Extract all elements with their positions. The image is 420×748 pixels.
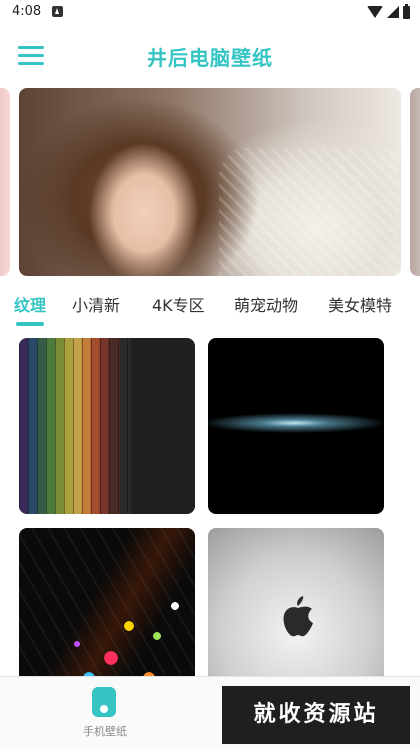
banner-image-detail bbox=[219, 148, 399, 276]
tab-4k[interactable]: 4K专区 bbox=[152, 292, 205, 316]
banner-next-peek[interactable] bbox=[410, 88, 420, 276]
banner-image[interactable] bbox=[19, 88, 401, 276]
nav-label: 手机壁纸 bbox=[83, 725, 127, 738]
app-bar: 井后电脑壁纸 bbox=[0, 32, 420, 80]
wifi-icon bbox=[367, 6, 383, 18]
apple-logo-icon bbox=[283, 596, 313, 637]
wallpaper-art bbox=[19, 338, 131, 514]
phone-icon bbox=[92, 687, 116, 717]
watermark: 就收资源站 bbox=[222, 686, 410, 744]
status-bar: 4:08 bbox=[0, 0, 420, 24]
wallpaper-thumb[interactable] bbox=[19, 338, 195, 514]
app-title: 井后电脑壁纸 bbox=[147, 46, 273, 70]
status-time: 4:08 bbox=[12, 4, 42, 19]
tab-pets[interactable]: 萌宠动物 bbox=[234, 292, 298, 316]
tab-indicator bbox=[16, 322, 44, 326]
category-tabs: 纹理 小清新 4K专区 萌宠动物 美女模特 bbox=[0, 286, 420, 328]
battery-icon bbox=[403, 3, 410, 19]
tab-models[interactable]: 美女模特 bbox=[328, 292, 392, 316]
nav-phone-wallpapers[interactable]: 手机壁纸 bbox=[72, 685, 138, 743]
wallpaper-art bbox=[208, 408, 384, 438]
notification-icon bbox=[52, 6, 63, 17]
status-icons bbox=[367, 3, 410, 19]
wallpaper-thumb[interactable] bbox=[208, 338, 384, 514]
tab-fresh[interactable]: 小清新 bbox=[72, 292, 120, 316]
banner-prev-peek[interactable] bbox=[0, 88, 10, 276]
signal-icon bbox=[387, 6, 399, 18]
tab-texture[interactable]: 纹理 bbox=[14, 292, 46, 316]
